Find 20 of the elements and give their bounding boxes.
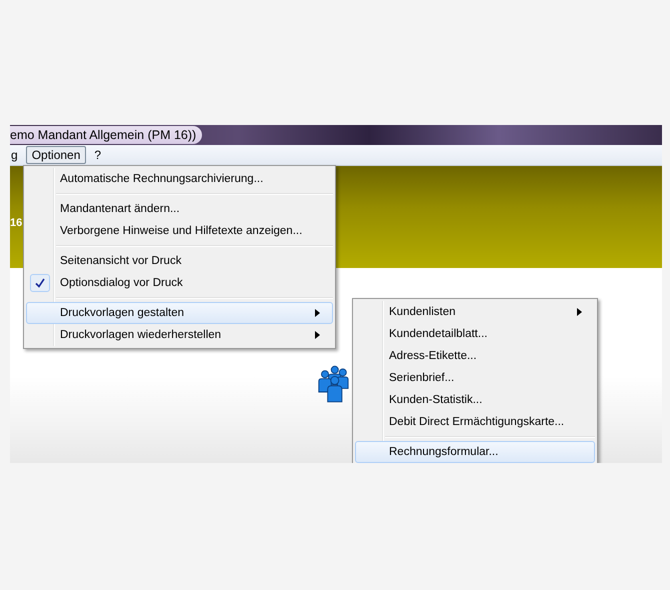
menu-item[interactable]: Seitenansicht vor Druck [26, 250, 334, 272]
menu-bar-item[interactable]: Optionen [26, 146, 86, 164]
menu-item[interactable]: Optionsdialog vor Druck [26, 272, 334, 294]
menu-item[interactable]: Kundenlisten [355, 301, 596, 323]
menu-item[interactable]: Debit Direct Ermächtigungskarte... [355, 411, 596, 433]
menu-item[interactable]: Adress-Etikette... [355, 345, 596, 367]
menu-item[interactable]: Automatische Rechnungsarchivierung... [26, 168, 334, 190]
menu-item[interactable]: Kunden-Statistik... [355, 389, 596, 411]
menu-item[interactable]: Druckvorlagen gestalten [26, 302, 334, 324]
menu-item[interactable]: Mandantenart ändern... [26, 198, 334, 220]
menu-item[interactable]: Kundendetailblatt... [355, 323, 596, 345]
banner-text: 16 [10, 217, 22, 229]
window-title: emo Mandant Allgemein (PM 16)) [10, 126, 202, 144]
menu-item[interactable]: Druckvorlagen wiederherstellen [26, 324, 334, 346]
menu-item[interactable]: Serienbrief... [355, 367, 596, 389]
menu-item[interactable]: Verborgene Hinweise und Hilfetexte anzeigen... [26, 220, 334, 242]
menu-item[interactable]: Rechnungsformular... [355, 441, 596, 463]
people-icon [317, 365, 349, 403]
menu-bar-item[interactable]: ? [88, 146, 108, 164]
menu-bar-item[interactable]: g [10, 146, 24, 164]
